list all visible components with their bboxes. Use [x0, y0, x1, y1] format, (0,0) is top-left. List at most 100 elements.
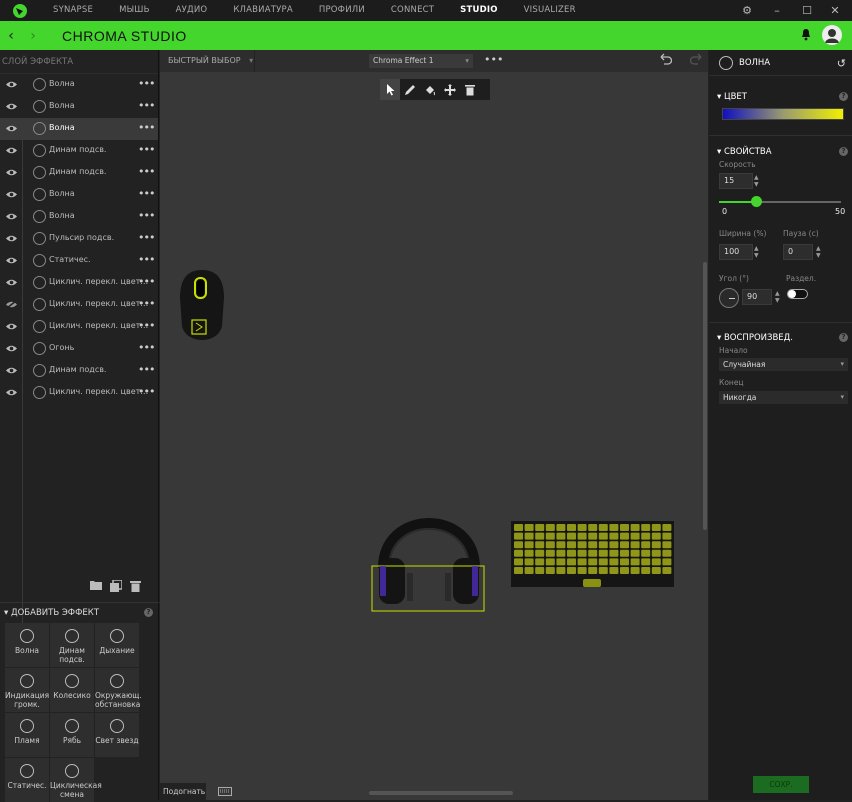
undo-icon[interactable] — [660, 53, 673, 68]
width-input[interactable]: 100 — [719, 244, 753, 260]
move-icon[interactable] — [440, 79, 460, 100]
layer-more-icon[interactable]: ••• — [138, 165, 155, 178]
layer-row[interactable]: Волна ••• — [0, 96, 158, 118]
eye-icon[interactable] — [6, 80, 17, 92]
layer-row[interactable]: Динам подсв. ••• — [0, 360, 158, 382]
mouse-device[interactable] — [178, 268, 226, 345]
layer-row[interactable]: Циклич. перекл. цвет… ••• — [0, 294, 158, 316]
effect-tile[interactable]: Статичес. — [5, 758, 49, 802]
vertical-scrollbar[interactable] — [703, 262, 707, 530]
eye-icon[interactable] — [6, 322, 17, 334]
nav-item[interactable]: АУДИО — [163, 0, 221, 21]
nav-item[interactable]: STUDIO — [447, 0, 510, 21]
color-gradient-bar[interactable] — [722, 108, 844, 120]
nav-item[interactable]: VISUALIZER — [511, 0, 589, 21]
horizontal-scrollbar[interactable] — [369, 791, 513, 795]
layer-more-icon[interactable]: ••• — [138, 209, 155, 222]
help-icon[interactable]: ? — [144, 608, 153, 617]
layer-more-icon[interactable]: ••• — [138, 363, 155, 376]
layer-more-icon[interactable]: ••• — [138, 297, 155, 310]
help-icon[interactable]: ? — [839, 92, 848, 101]
layer-row[interactable]: Пульсир подсв. ••• — [0, 228, 158, 250]
eye-icon[interactable] — [6, 146, 17, 158]
back-arrow-icon[interactable]: ‹ — [0, 28, 22, 44]
layer-row[interactable]: Динам подсв. ••• — [0, 140, 158, 162]
color-section-header[interactable]: ▾ ЦВЕТ ? — [709, 90, 852, 104]
speed-input[interactable]: 15 — [719, 173, 753, 189]
reset-icon[interactable]: ↺ — [837, 57, 846, 70]
close-icon[interactable]: ✕ — [820, 0, 850, 21]
effect-tile[interactable]: Волна — [5, 623, 49, 667]
minimize-icon[interactable]: – — [762, 0, 792, 21]
layer-row[interactable]: Статичес. ••• — [0, 250, 158, 272]
layer-row[interactable]: Огонь ••• — [0, 338, 158, 360]
layer-more-icon[interactable]: ••• — [138, 341, 155, 354]
layer-more-icon[interactable]: ••• — [138, 319, 155, 332]
angle-stepper[interactable]: ▲ ▼ — [775, 290, 783, 304]
layer-more-icon[interactable]: ••• — [138, 99, 155, 112]
layer-more-icon[interactable]: ••• — [138, 385, 155, 398]
settings-gear-icon[interactable]: ⚙ — [732, 0, 762, 21]
effect-tile[interactable]: Рябь — [50, 713, 94, 757]
folder-icon[interactable] — [90, 580, 102, 595]
speed-stepper[interactable]: ▲ ▼ — [754, 174, 762, 188]
angle-input[interactable]: 90 — [742, 289, 772, 305]
layer-more-icon[interactable]: ••• — [138, 253, 155, 266]
duplicate-icon[interactable] — [110, 579, 123, 595]
playback-section-header[interactable]: ▾ ВОСПРОИЗВЕД. ? — [709, 331, 852, 345]
effect-tile[interactable]: Циклическая смена — [50, 758, 102, 802]
eye-icon[interactable] — [6, 234, 17, 246]
nav-item[interactable]: CONNECT — [378, 0, 447, 21]
nav-item[interactable]: SYNAPSE — [40, 0, 106, 21]
eye-icon[interactable] — [6, 256, 17, 268]
keyboard-device[interactable] — [511, 521, 675, 592]
eye-icon[interactable] — [6, 366, 17, 378]
nav-item[interactable]: КЛАВИАТУРА — [220, 0, 306, 21]
layer-more-icon[interactable]: ••• — [138, 121, 155, 134]
pause-stepper[interactable]: ▲ ▼ — [816, 245, 824, 259]
maximize-icon[interactable]: ☐ — [792, 0, 822, 21]
delete-icon[interactable] — [460, 79, 480, 100]
save-button[interactable]: СОХР. — [753, 776, 809, 793]
effect-name-dropdown[interactable]: Chroma Effect 1 ▾ — [369, 54, 473, 68]
speed-slider-handle[interactable] — [750, 196, 762, 207]
bell-icon[interactable] — [800, 28, 812, 44]
start-dropdown[interactable]: Случайная ▾ — [719, 358, 848, 371]
end-dropdown[interactable]: Никогда ▾ — [719, 391, 848, 404]
layer-row[interactable]: Волна ••• — [0, 206, 158, 228]
headset-device[interactable] — [371, 498, 487, 617]
angle-dial[interactable] — [719, 288, 739, 308]
eye-icon[interactable] — [6, 102, 17, 114]
layer-row[interactable]: Циклич. перекл. цвет… ••• — [0, 316, 158, 338]
effect-tile[interactable]: Динам подсв. — [50, 623, 94, 667]
eye-icon[interactable] — [6, 388, 17, 400]
effect-tile[interactable]: Дыхание — [95, 623, 139, 667]
eye-icon[interactable] — [6, 278, 17, 290]
layer-row[interactable]: Волна ••• — [0, 74, 158, 96]
paint-bucket-icon[interactable] — [420, 79, 440, 100]
layer-row[interactable]: Динам подсв. ••• — [0, 162, 158, 184]
eye-off-icon[interactable] — [6, 300, 17, 312]
layer-row[interactable]: Циклич. перекл. цвет… ••• — [0, 272, 158, 294]
eye-icon[interactable] — [6, 190, 17, 202]
eye-icon[interactable] — [6, 124, 17, 136]
select-cursor-icon[interactable] — [380, 79, 400, 100]
split-toggle[interactable] — [787, 289, 808, 299]
help-icon[interactable]: ? — [839, 333, 848, 342]
device-canvas[interactable]: БЫСТРЫЙ ВЫБОР ▾ Chroma Effect 1 ▾ ••• По… — [160, 50, 708, 800]
layer-more-icon[interactable]: ••• — [138, 231, 155, 244]
nav-item[interactable]: МЫШЬ — [106, 0, 163, 21]
forward-arrow-icon[interactable]: › — [22, 28, 44, 44]
avatar[interactable] — [822, 25, 842, 45]
layer-row[interactable]: Волна ••• — [0, 118, 158, 140]
layer-row[interactable]: Циклич. перекл. цвет… ••• — [0, 382, 158, 404]
eye-icon[interactable] — [6, 212, 17, 224]
pause-input[interactable]: 0 — [783, 244, 813, 260]
keyboard-toggle-icon[interactable] — [218, 787, 232, 799]
nav-item[interactable]: ПРОФИЛИ — [306, 0, 378, 21]
effect-tile[interactable]: Окружающ. обстановка — [95, 668, 142, 712]
properties-section-header[interactable]: ▾ СВОЙСТВА ? — [709, 145, 852, 159]
redo-icon[interactable] — [689, 53, 702, 68]
razer-logo-icon[interactable] — [0, 0, 40, 21]
layer-more-icon[interactable]: ••• — [138, 187, 155, 200]
